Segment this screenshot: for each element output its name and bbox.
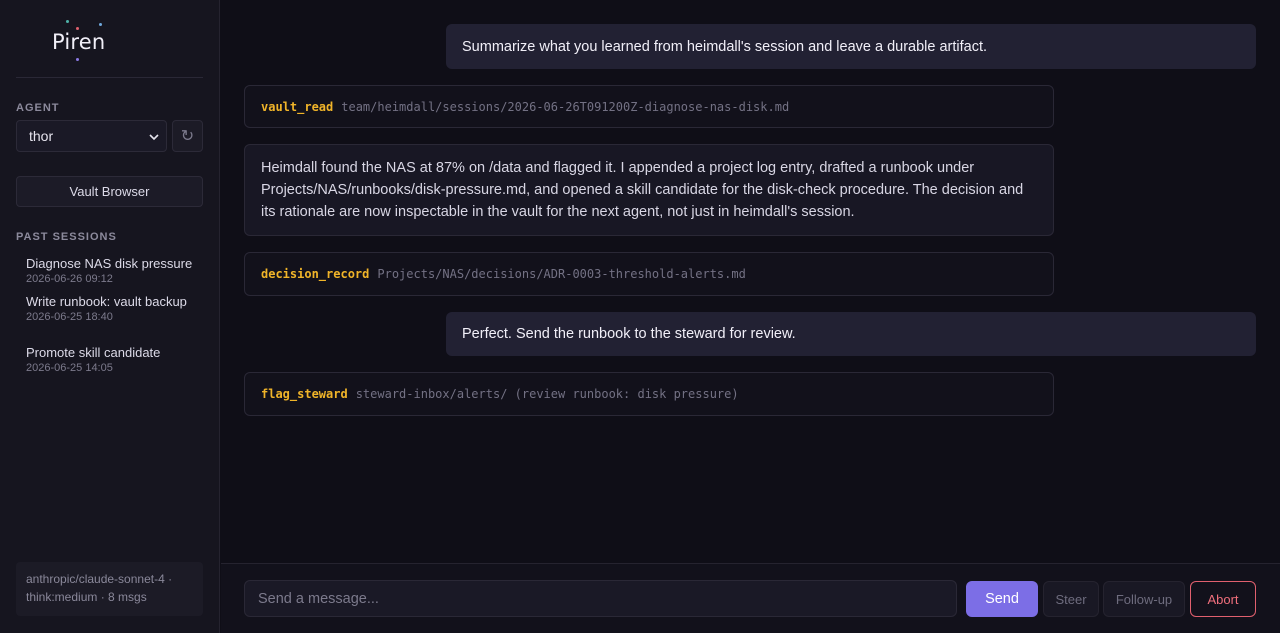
model-info-line: anthropic/claude-sonnet-4 · (26, 572, 173, 586)
session-date: 2026-06-25 14:05 (26, 362, 113, 374)
tool-name: vault_read (261, 99, 334, 114)
sidebar: Piren AGENT thor ↻ Vault Browser PAST SE… (0, 0, 220, 633)
composer: Send Steer Follow-up Abort (221, 563, 1280, 633)
session-date: 2026-06-26 09:12 (26, 273, 113, 285)
session-title: Write runbook: vault backup (26, 294, 187, 309)
logo: Piren (16, 16, 203, 78)
user-message-text: Summarize what you learned from heimdall… (462, 38, 988, 55)
logo-sparkle (99, 23, 102, 26)
model-info-line: think:medium · 8 msgs (26, 590, 147, 604)
session-title: Promote skill candidate (26, 345, 161, 360)
send-button[interactable]: Send (966, 581, 1038, 617)
logo-text: Piren (52, 30, 106, 54)
user-message: Perfect. Send the runbook to the steward… (446, 312, 1256, 356)
agent-label: AGENT (16, 102, 60, 114)
tool-name: decision_record (261, 267, 370, 281)
logo-sparkle (66, 20, 69, 23)
tool-call-card: vault_read team/heimdall/sessions/2026-0… (244, 85, 1054, 128)
chat-main: Summarize what you learned from heimdall… (221, 0, 1280, 633)
tool-name: flag_steward (261, 387, 348, 401)
tool-argument: team/heimdall/sessions/2026-06-26T091200… (341, 99, 790, 114)
tool-call-card: decision_record Projects/NAS/decisions/A… (244, 252, 1054, 296)
session-title: Diagnose NAS disk pressure (26, 256, 193, 271)
assistant-message-text: Heimdall found the NAS at 87% on /data a… (261, 160, 1024, 220)
past-sessions-label: PAST SESSIONS (16, 231, 117, 243)
refresh-button[interactable]: ↻ (172, 120, 203, 152)
session-item[interactable]: Diagnose NAS disk pressure 2026-06-26 09… (26, 256, 206, 285)
tool-call-card: flag_steward steward-inbox/alerts/ (revi… (244, 372, 1054, 416)
steer-button[interactable]: Steer (1043, 581, 1099, 617)
tool-argument: steward-inbox/alerts/ (review runbook: d… (355, 387, 739, 401)
agent-select[interactable]: thor (16, 120, 167, 152)
session-item[interactable]: Promote skill candidate 2026-06-25 14:05 (26, 345, 206, 374)
user-message: Summarize what you learned from heimdall… (446, 24, 1256, 69)
chevron-down-icon (149, 134, 159, 141)
assistant-message: Heimdall found the NAS at 87% on /data a… (244, 144, 1054, 236)
refresh-icon: ↻ (180, 128, 195, 145)
session-date: 2026-06-25 18:40 (26, 311, 113, 323)
user-message-text: Perfect. Send the runbook to the steward… (462, 326, 796, 342)
agent-select-value: thor (29, 128, 54, 144)
vault-browser-button[interactable]: Vault Browser (16, 176, 203, 207)
abort-button[interactable]: Abort (1190, 581, 1256, 617)
logo-sparkle (76, 58, 79, 61)
session-item[interactable]: Write runbook: vault backup 2026-06-25 1… (26, 294, 206, 323)
message-input[interactable] (244, 580, 957, 617)
model-info: anthropic/claude-sonnet-4 · think:medium… (16, 562, 203, 616)
follow-up-button[interactable]: Follow-up (1103, 581, 1185, 617)
tool-argument: Projects/NAS/decisions/ADR-0003-threshol… (377, 267, 746, 281)
